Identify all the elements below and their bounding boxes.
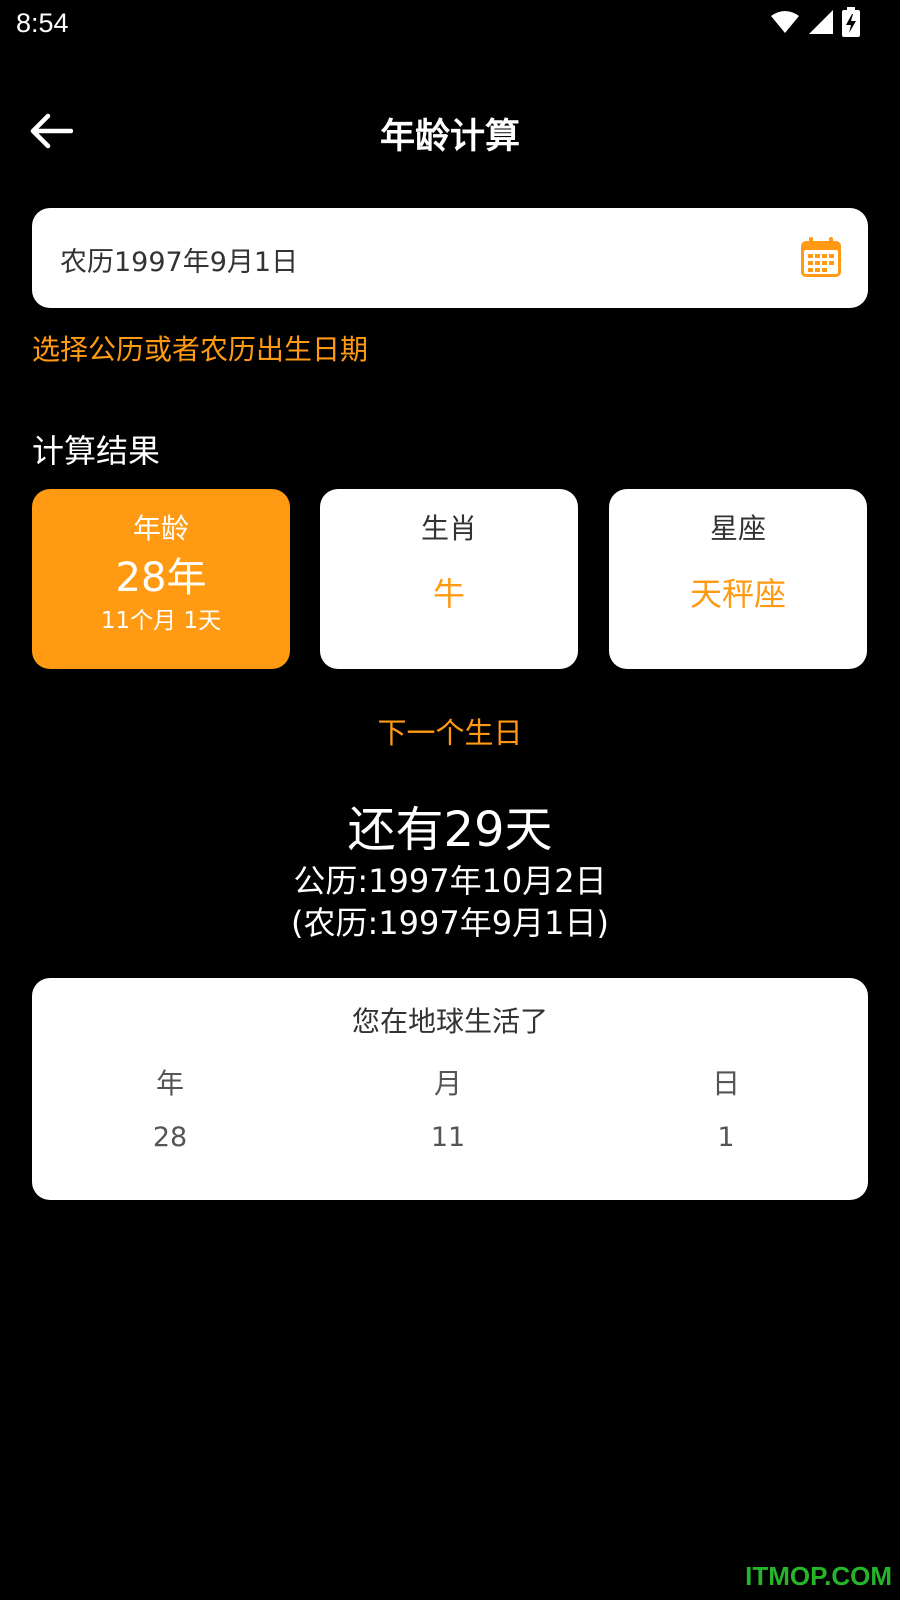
earth-life-months-label: 月 [433, 1067, 462, 1100]
constellation-label: 星座 [709, 512, 766, 545]
wifi-icon [770, 10, 800, 38]
earth-life-days-value: 1 [717, 1122, 735, 1153]
earth-life-years-label: 年 [155, 1067, 184, 1100]
results-section-title: 计算结果 [32, 432, 161, 470]
earth-life-years: 年 28 [70, 1062, 270, 1153]
page-title: 年龄计算 [379, 117, 520, 157]
zodiac-value: 牛 [432, 575, 465, 613]
next-birthday-label: 下一个生日 [377, 716, 523, 750]
date-hint: 选择公历或者农历出生日期 [32, 333, 369, 366]
earth-life-months: 月 11 [348, 1062, 548, 1153]
status-bar: 8:54 [0, 0, 900, 52]
earth-life-card: 您在地球生活了 年 28 月 11 日 1 [32, 978, 868, 1200]
age-label: 年龄 [132, 512, 189, 545]
lunar-birthday-date: (农历:1997年9月1日) [291, 904, 609, 942]
age-years: 28年 [115, 555, 207, 601]
earth-life-title: 您在地球生活了 [351, 1005, 548, 1038]
birth-date-value: 农历1997年9月1日 [60, 247, 299, 278]
constellation-value: 天秤座 [689, 575, 786, 613]
status-icons [770, 7, 860, 41]
constellation-card: 星座 天秤座 [609, 489, 867, 669]
signal-icon [808, 9, 834, 39]
earth-life-days: 日 1 [626, 1062, 826, 1153]
status-time: 8:54 [16, 8, 69, 38]
zodiac-label: 生肖 [420, 512, 477, 545]
age-card: 年龄 28年 11个月 1天 [32, 489, 290, 669]
top-bar: 年龄计算 [0, 92, 900, 172]
birth-date-field[interactable]: 农历1997年9月1日 [32, 208, 868, 308]
watermark: ITMOP.COM [745, 1561, 892, 1591]
calendar-icon[interactable] [800, 236, 842, 278]
earth-life-days-label: 日 [711, 1067, 740, 1100]
birthday-countdown: 还有29天 [347, 802, 553, 858]
zodiac-card: 生肖 牛 [320, 489, 578, 669]
battery-charging-icon [842, 7, 860, 41]
earth-life-months-value: 11 [430, 1122, 466, 1153]
earth-life-years-value: 28 [152, 1122, 188, 1153]
age-detail: 11个月 1天 [100, 608, 222, 634]
solar-birthday-date: 公历:1997年10月2日 [293, 862, 607, 900]
